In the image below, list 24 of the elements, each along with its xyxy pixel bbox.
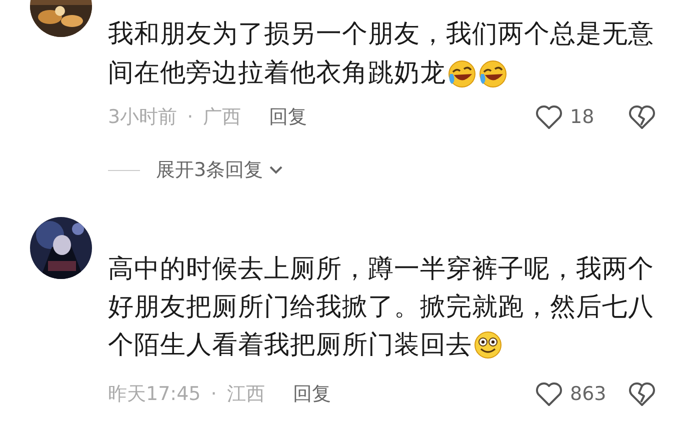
like-count: 863 <box>570 383 608 405</box>
reply-button[interactable]: 回复 <box>292 381 331 407</box>
separator-dot: · <box>210 383 217 405</box>
comment-text: 好朋友把厕所门给我掀了。掀完就跑，然后七八 <box>108 291 654 324</box>
comment-location: 江西 <box>226 382 265 407</box>
expand-replies-button[interactable]: 展开3条回复 <box>156 157 284 183</box>
separator-dot: · <box>187 106 194 128</box>
laughing-emoji-icon <box>478 58 508 88</box>
comment-time: 3小时前 <box>108 105 178 130</box>
chevron-down-icon <box>269 165 284 175</box>
broken-heart-icon[interactable] <box>628 381 656 407</box>
comment-text: 个陌生人看着我把厕所门装回去 <box>108 329 472 362</box>
like-count: 18 <box>570 106 596 128</box>
laughing-emoji-icon <box>447 58 477 88</box>
comment-time: 昨天17:45 <box>108 382 201 407</box>
comment-location: 广西 <box>203 105 242 130</box>
comment-text: 间在他旁边拉着他衣角跳奶龙 <box>108 57 446 90</box>
like-icon[interactable] <box>535 104 563 130</box>
comment-text: 我和朋友为了损另一个朋友，我们两个总是无意 <box>108 18 654 51</box>
smiley-emoji-icon <box>473 330 503 360</box>
reply-button[interactable]: 回复 <box>269 104 308 130</box>
broken-heart-icon[interactable] <box>628 104 656 130</box>
like-icon[interactable] <box>535 381 563 407</box>
comment-text: 高中的时候去上厕所，蹲一半穿裤子呢，我两个 <box>108 253 654 286</box>
